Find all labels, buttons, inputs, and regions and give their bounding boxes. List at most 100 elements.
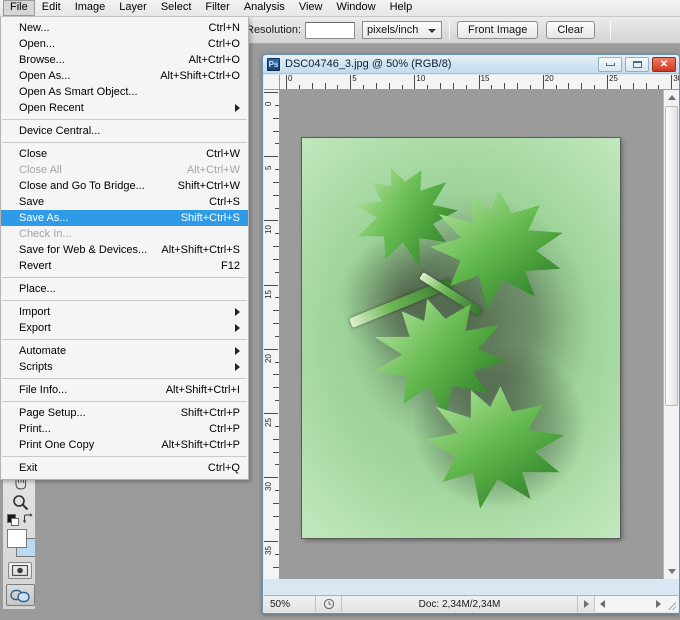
file-menu-item-device-central[interactable]: Device Central...	[1, 123, 248, 139]
horizontal-ruler[interactable]: 0 5 10 15 20 25 30	[280, 75, 679, 90]
vertical-scroll-thumb[interactable]	[665, 106, 678, 406]
document-title-bar[interactable]: Ps DSC04746_3.jpg @ 50% (RGB/8) ✕	[263, 55, 679, 74]
foreground-color-swatch[interactable]	[7, 529, 27, 548]
file-menu-dropdown: New... Ctrl+N Open... Ctrl+O Browse... Alt+Ct…	[0, 17, 249, 480]
file-menu-item-exit[interactable]: Exit Ctrl+Q	[1, 460, 248, 476]
ruler-major-tick-v	[264, 477, 278, 479]
resolution-units-select[interactable]: pixels/inch	[362, 21, 443, 39]
document-status-bar: 50% Doc: 2,34M/2,34M	[264, 595, 678, 612]
ruler-minor-tick-v	[275, 464, 279, 466]
triangle-right-icon	[583, 600, 589, 608]
ruler-label: 25	[609, 75, 618, 83]
quick-mask-button[interactable]	[8, 562, 32, 579]
ruler-major-tick-v	[264, 413, 278, 414]
clear-button[interactable]: Clear	[546, 21, 595, 39]
file-menu-item-browse[interactable]: Browse... Alt+Ctrl+O	[1, 52, 248, 68]
scroll-down-button[interactable]	[664, 564, 679, 579]
ruler-minor-tick	[491, 85, 493, 89]
ruler-minor-tick-v	[275, 490, 279, 492]
menu-image[interactable]: Image	[68, 0, 113, 16]
file-menu-item-automate[interactable]: Automate	[1, 343, 248, 359]
scroll-left-button[interactable]	[595, 596, 610, 612]
menu-item-shortcut: Shift+Ctrl+S	[180, 212, 240, 224]
front-image-button[interactable]: Front Image	[457, 21, 539, 39]
menu-item-shortcut: Shift+Ctrl+P	[180, 407, 240, 419]
triangle-right-icon-2	[656, 600, 661, 608]
file-menu-item-import[interactable]: Import	[1, 304, 248, 320]
ruler-minor-tick-v	[273, 567, 279, 569]
status-menu-button[interactable]	[578, 596, 594, 612]
file-menu-item-scripts[interactable]: Scripts	[1, 359, 248, 375]
menu-window[interactable]: Window	[329, 0, 382, 16]
ruler-major-tick-v	[264, 284, 278, 286]
file-menu-item-place[interactable]: Place...	[1, 281, 248, 297]
menu-analysis[interactable]: Analysis	[237, 0, 292, 16]
menu-item-label: Save As...	[19, 212, 69, 224]
close-button[interactable]: ✕	[652, 56, 676, 72]
toolbox-panel	[2, 472, 36, 610]
resize-grip[interactable]	[668, 602, 676, 610]
menu-separator	[2, 142, 247, 143]
document-size-info[interactable]: Doc: 2,34M/2,34M	[342, 596, 578, 612]
file-menu-item-save-for-web-devices[interactable]: Save for Web & Devices... Alt+Shift+Ctrl+…	[1, 242, 248, 258]
image-artboard[interactable]	[302, 138, 620, 538]
file-menu-item-print[interactable]: Print... Ctrl+P	[1, 421, 248, 437]
zoom-level-field[interactable]: 50%	[264, 596, 316, 612]
file-menu-item-revert[interactable]: Revert F12	[1, 258, 248, 274]
menu-view[interactable]: View	[292, 0, 330, 16]
swap-colors-icon[interactable]	[22, 512, 35, 525]
file-menu-item-save[interactable]: Save Ctrl+S	[1, 194, 248, 210]
screen-mode-button[interactable]	[6, 584, 35, 606]
menu-layer[interactable]: Layer	[112, 0, 154, 16]
horizontal-scrollbar[interactable]	[594, 596, 678, 612]
file-menu-item-open[interactable]: Open... Ctrl+O	[1, 36, 248, 52]
file-menu-item-open-as-smart-object[interactable]: Open As Smart Object...	[1, 84, 248, 100]
menu-item-label: Place...	[19, 283, 56, 295]
file-menu-item-print-one-copy[interactable]: Print One Copy Alt+Shift+Ctrl+P	[1, 437, 248, 453]
ruler-major-tick	[350, 75, 352, 89]
ruler-minor-tick-v	[273, 515, 279, 517]
resolution-input[interactable]	[305, 21, 356, 39]
ruler-minor-tick-v	[275, 143, 279, 145]
maximize-button[interactable]	[625, 56, 649, 72]
menu-item-label: Scripts	[19, 361, 53, 373]
file-menu-item-close-and-go-to-bridge[interactable]: Close and Go To Bridge... Shift+Ctrl+W	[1, 178, 248, 194]
menu-item-label: New...	[19, 22, 50, 34]
file-menu-item-close-all: Close All Alt+Ctrl+W	[1, 162, 248, 178]
minimize-icon	[605, 62, 615, 66]
vertical-ruler[interactable]: 0 5 10 15 20 25 30 35	[264, 90, 280, 579]
file-menu-item-open-recent[interactable]: Open Recent	[1, 100, 248, 116]
file-menu-item-export[interactable]: Export	[1, 320, 248, 336]
file-menu-item-save-as[interactable]: Save As... Shift+Ctrl+S	[1, 210, 248, 226]
scroll-right-button[interactable]	[651, 596, 666, 612]
menu-item-label: Check In...	[19, 228, 72, 240]
menu-item-label: Open As Smart Object...	[19, 86, 138, 98]
vertical-scrollbar[interactable]	[663, 90, 679, 579]
menu-file[interactable]: File	[3, 0, 35, 16]
file-menu-item-file-info[interactable]: File Info... Alt+Shift+Ctrl+I	[1, 382, 248, 398]
zoom-tool[interactable]	[10, 493, 30, 511]
ruler-label-v: 30	[264, 482, 273, 492]
file-menu-item-close[interactable]: Close Ctrl+W	[1, 146, 248, 162]
menu-item-label: Export	[19, 322, 51, 334]
ruler-minor-tick-v	[273, 130, 279, 132]
canvas-area[interactable]	[280, 90, 663, 579]
menu-help[interactable]: Help	[383, 0, 420, 16]
ruler-minor-tick	[388, 83, 390, 89]
ruler-minor-tick-v	[275, 271, 279, 273]
ruler-label: 15	[480, 75, 490, 83]
menu-item-label: Save for Web & Devices...	[19, 244, 148, 256]
ruler-minor-tick	[337, 85, 339, 89]
ruler-minor-tick-v	[273, 438, 279, 440]
ruler-corner	[264, 75, 280, 90]
menu-edit[interactable]: Edit	[35, 0, 68, 16]
menu-item-shortcut: Alt+Ctrl+W	[186, 164, 240, 176]
ruler-minor-tick	[401, 85, 403, 89]
file-menu-item-open-as[interactable]: Open As... Alt+Shift+Ctrl+O	[1, 68, 248, 84]
file-menu-item-new[interactable]: New... Ctrl+N	[1, 20, 248, 36]
file-menu-item-page-setup[interactable]: Page Setup... Shift+Ctrl+P	[1, 405, 248, 421]
menu-select[interactable]: Select	[154, 0, 199, 16]
scroll-up-button[interactable]	[664, 90, 679, 105]
menu-filter[interactable]: Filter	[198, 0, 236, 16]
minimize-button[interactable]	[598, 56, 622, 72]
